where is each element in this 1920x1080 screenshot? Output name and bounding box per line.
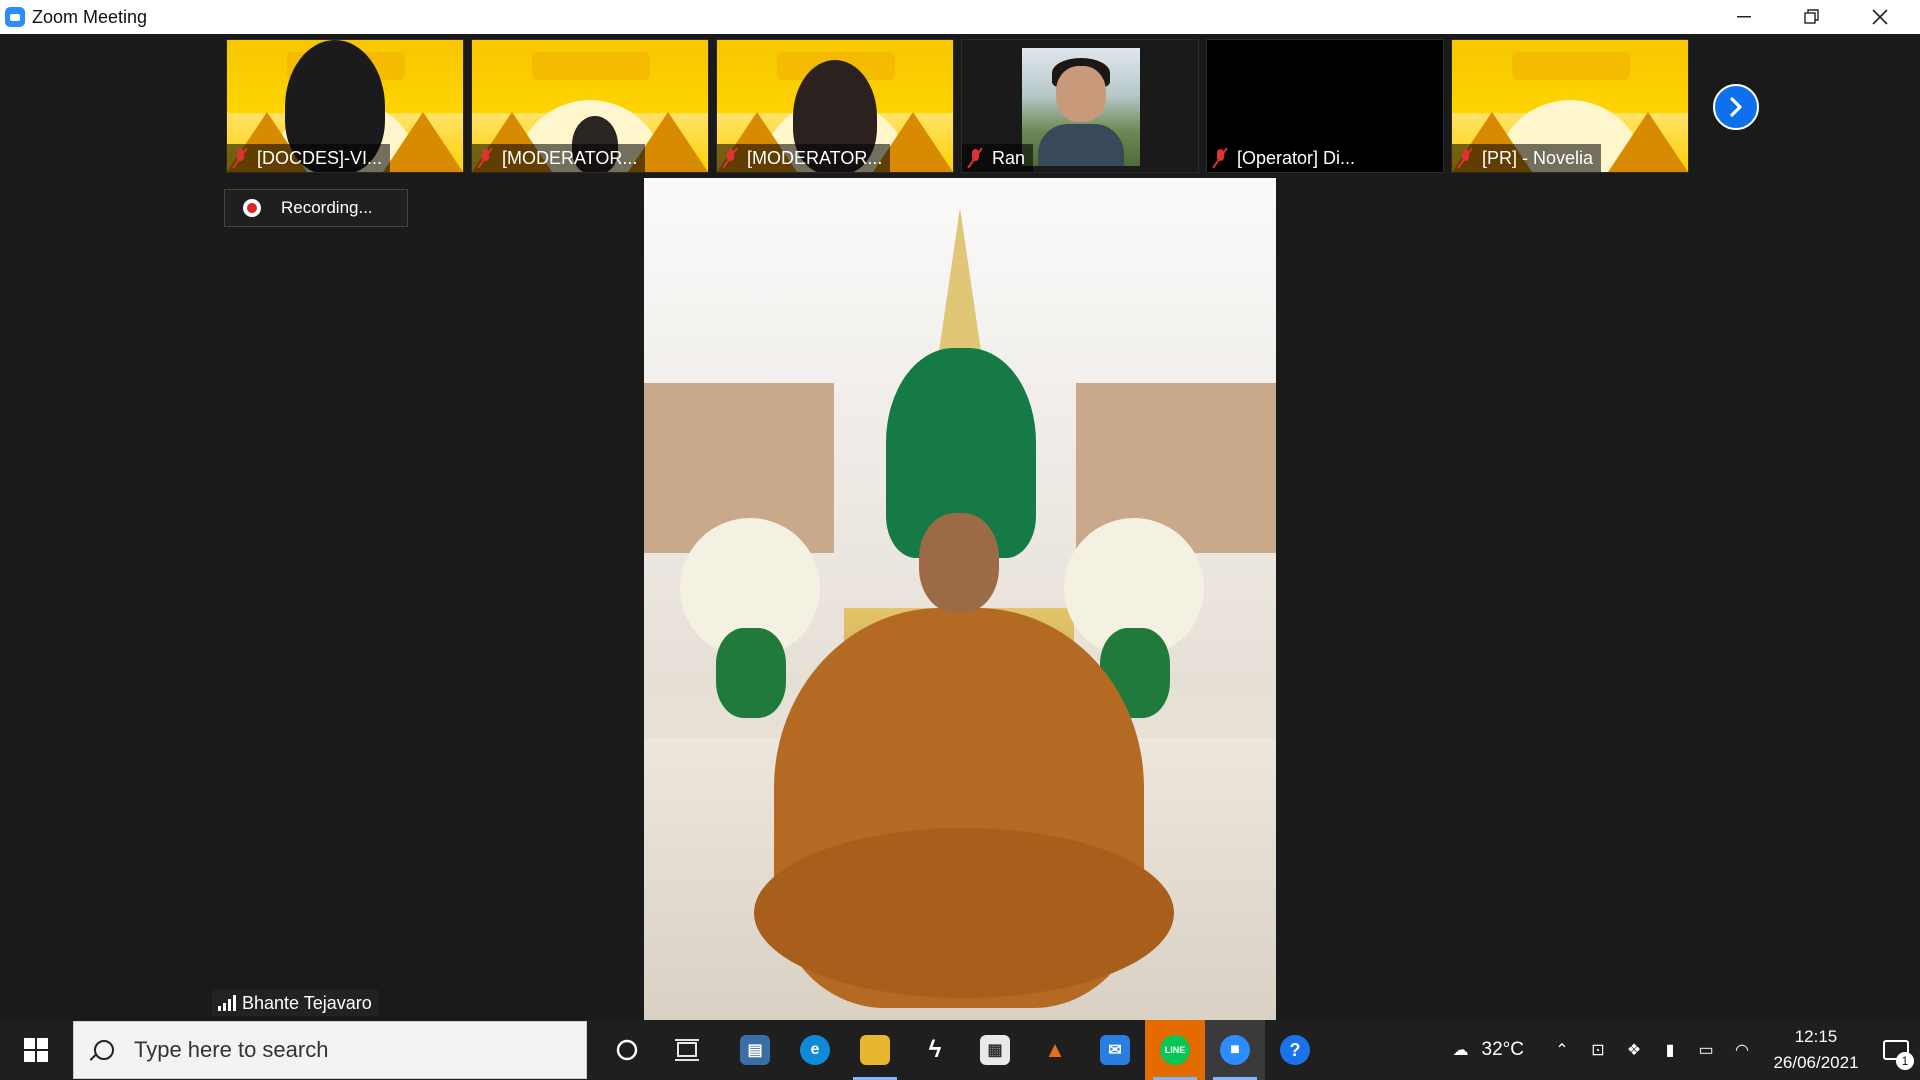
- chevron-up-icon[interactable]: ⌃: [1544, 1040, 1580, 1060]
- title-bar: Zoom Meeting: [0, 0, 1920, 34]
- line-app-icon: LINE: [1160, 1035, 1190, 1065]
- participant-name-label: [MODERATOR...: [472, 144, 646, 172]
- participant-name: [Operator] Di...: [1237, 147, 1356, 168]
- notification-count: 1: [1896, 1052, 1914, 1070]
- muted-mic-icon: [231, 147, 249, 169]
- taskbar-app-store[interactable]: ▦: [965, 1020, 1025, 1080]
- cortana-button[interactable]: [597, 1020, 657, 1080]
- participant-tile[interactable]: [Operator] Di...: [1206, 39, 1444, 173]
- backdrop-banner: [532, 52, 650, 80]
- flower-vase: [716, 628, 786, 718]
- clock-time: 12:15: [1794, 1027, 1838, 1046]
- minimize-button[interactable]: [1710, 0, 1778, 34]
- participant-name: Ran: [992, 147, 1026, 168]
- muted-mic-icon: [1211, 147, 1229, 169]
- weather-temperature[interactable]: 32°C: [1482, 1039, 1524, 1061]
- taskbar-app-help[interactable]: ?: [1265, 1020, 1325, 1080]
- taskbar-app-network[interactable]: ▤: [725, 1020, 785, 1080]
- taskbar-app-edge[interactable]: e: [785, 1020, 845, 1080]
- muted-mic-icon: [476, 147, 494, 169]
- system-tray: ☁ 32°C ⌃ ⊡ ❖ ▮ ▭ ◠ 12:15 26/06/2021 1: [1440, 1020, 1920, 1080]
- wifi-icon[interactable]: ◠: [1724, 1040, 1760, 1060]
- dropbox-tray-icon[interactable]: ❖: [1616, 1040, 1652, 1060]
- matlab-icon: ▲: [1044, 1037, 1066, 1062]
- help-icon: ?: [1280, 1035, 1310, 1065]
- task-view-icon: [675, 1039, 699, 1061]
- next-page-button[interactable]: [1713, 84, 1759, 130]
- recording-label: Recording...: [281, 198, 373, 217]
- muted-mic-icon: [966, 147, 984, 169]
- cortana-icon: [616, 1039, 638, 1061]
- taskbar-search-box[interactable]: Type here to search: [73, 1021, 587, 1079]
- search-placeholder: Type here to search: [134, 1037, 329, 1062]
- search-icon: [94, 1040, 114, 1060]
- camera-tray-icon[interactable]: ⊡: [1580, 1040, 1616, 1060]
- taskbar-app-zoom[interactable]: ■: [1205, 1020, 1265, 1080]
- network-app-icon: ▤: [740, 1035, 770, 1065]
- active-speaker-label: Bhante Tejavaro: [212, 990, 378, 1016]
- participant-tile[interactable]: Ran: [961, 39, 1199, 173]
- taskbar-app-file-explorer[interactable]: [845, 1020, 905, 1080]
- edge-icon: e: [800, 1035, 830, 1065]
- taskbar-app-bolt[interactable]: ϟ: [905, 1020, 965, 1080]
- shrine-spire: [938, 208, 982, 358]
- taskbar-app-mail[interactable]: ✉: [1085, 1020, 1145, 1080]
- taskbar-app-line[interactable]: LINE: [1145, 1020, 1205, 1080]
- notification-center-button[interactable]: 1: [1872, 1020, 1920, 1080]
- zoom-app-icon: [5, 7, 25, 27]
- meeting-stage: [DOCDES]-VI... [MODERATOR... [MODERATOR.…: [0, 34, 1920, 1020]
- participant-name-label: [PR] - Novelia: [1452, 144, 1602, 172]
- participant-tile[interactable]: [DOCDES]-VI...: [226, 39, 464, 173]
- participant-name: [PR] - Novelia: [1482, 147, 1594, 168]
- weather-cloud-icon[interactable]: ☁: [1440, 1040, 1482, 1060]
- participant-name-label: Ran: [962, 144, 1034, 172]
- active-speaker-name: Bhante Tejavaro: [242, 992, 372, 1013]
- participant-name: [DOCDES]-VI...: [257, 147, 383, 168]
- clock-date: 26/06/2021: [1773, 1053, 1859, 1072]
- participant-name-label: [MODERATOR...: [717, 144, 891, 172]
- monk-lap: [754, 828, 1174, 998]
- participant-name-label: [Operator] Di...: [1207, 144, 1364, 172]
- zoom-icon: ■: [1220, 1035, 1250, 1065]
- participant-profile-photo: [1022, 48, 1140, 166]
- participant-tile[interactable]: [PR] - Novelia: [1451, 39, 1689, 173]
- chevron-right-icon: [1730, 97, 1742, 117]
- store-icon: ▦: [980, 1035, 1010, 1065]
- monk-head: [919, 513, 999, 613]
- participant-name-label: [DOCDES]-VI...: [227, 144, 391, 172]
- muted-mic-icon: [1456, 147, 1474, 169]
- participant-tile[interactable]: [MODERATOR...: [716, 39, 954, 173]
- battery-icon[interactable]: ▭: [1688, 1040, 1724, 1060]
- active-speaker-video[interactable]: [644, 178, 1276, 1020]
- taskbar-clock[interactable]: 12:15 26/06/2021: [1760, 1024, 1872, 1076]
- signal-strength-icon: [218, 995, 236, 1011]
- backdrop-banner: [1512, 52, 1630, 80]
- backdrop-temple: [383, 112, 463, 172]
- participant-name: [MODERATOR...: [502, 147, 638, 168]
- microphone-tray-icon[interactable]: ▮: [1652, 1040, 1688, 1060]
- participant-tile[interactable]: [MODERATOR...: [471, 39, 709, 173]
- backdrop-temple: [1608, 112, 1688, 172]
- recording-indicator[interactable]: Recording...: [224, 189, 408, 227]
- windows-taskbar: Type here to search ▤ e ϟ ▦ ▲ ✉ LINE ■ ?…: [0, 1020, 1920, 1080]
- window-title: Zoom Meeting: [32, 6, 148, 27]
- close-button[interactable]: [1846, 0, 1914, 34]
- mail-icon: ✉: [1100, 1035, 1130, 1065]
- bolt-icon: ϟ: [928, 1036, 942, 1063]
- task-view-button[interactable]: [657, 1020, 717, 1080]
- taskbar-app-matlab[interactable]: ▲: [1025, 1020, 1085, 1080]
- muted-mic-icon: [721, 147, 739, 169]
- restore-button[interactable]: [1778, 0, 1846, 34]
- start-button[interactable]: [0, 1020, 72, 1080]
- recording-dot-icon: [243, 199, 261, 217]
- folder-icon: [860, 1035, 890, 1065]
- participant-name: [MODERATOR...: [747, 147, 883, 168]
- windows-logo-icon: [24, 1038, 48, 1062]
